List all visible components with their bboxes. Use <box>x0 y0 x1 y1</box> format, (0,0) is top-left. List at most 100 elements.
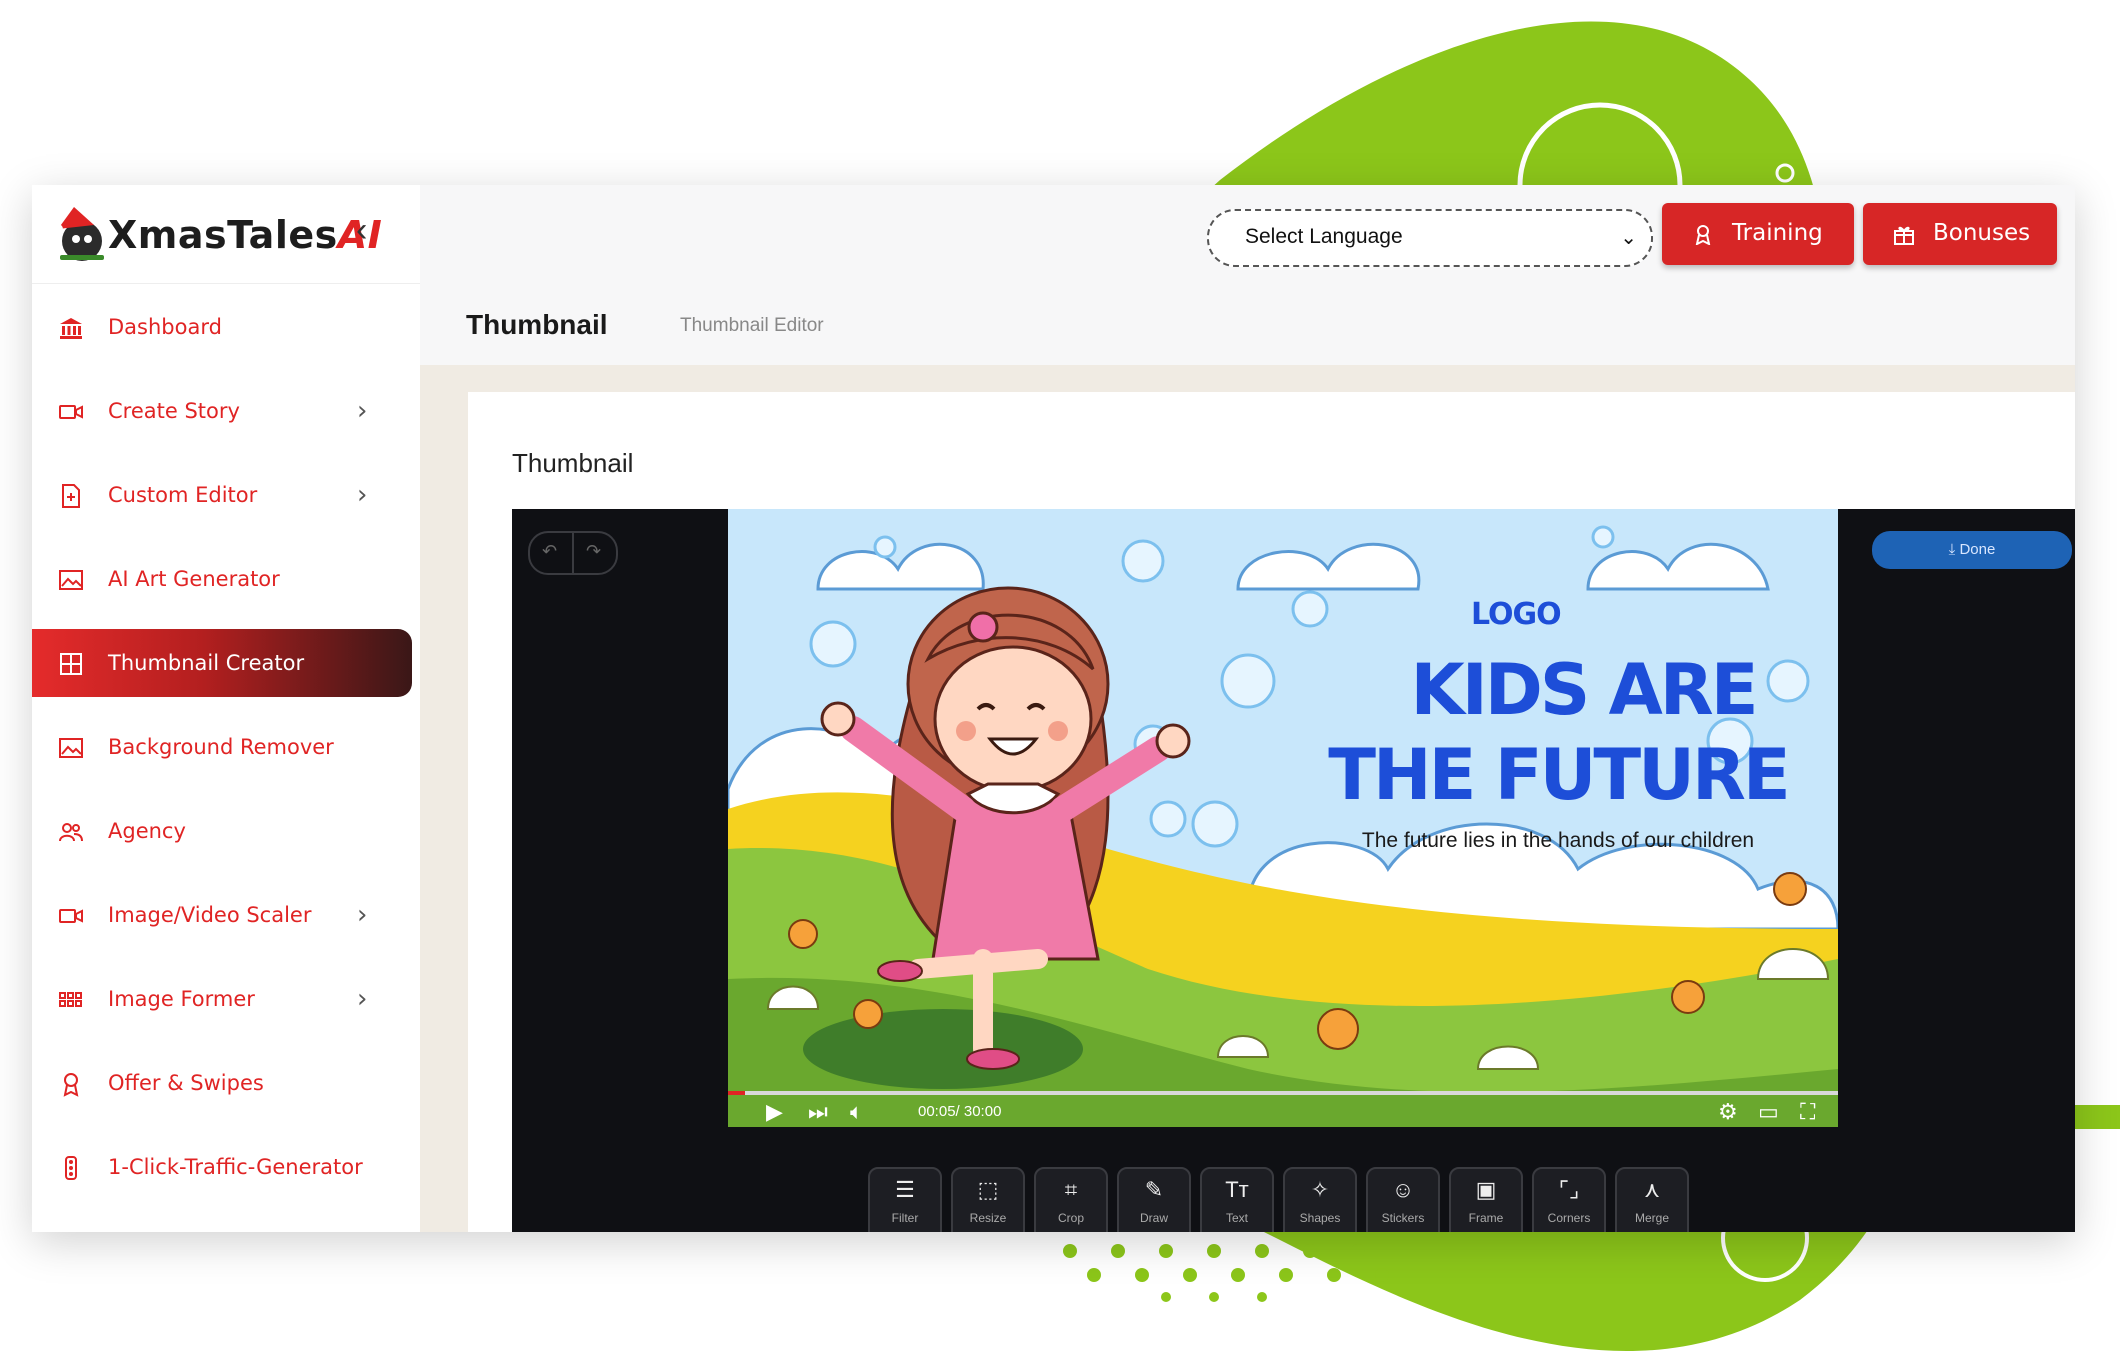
sidebar-item-custom-editor[interactable]: Custom Editor › <box>32 461 412 529</box>
apps-icon <box>59 992 82 1007</box>
progress-track[interactable] <box>728 1091 1838 1095</box>
volume-icon[interactable]: 🔈︎ <box>850 1099 863 1125</box>
sidebar: XmasTalesAI ‹ Dashboard Create Story › C… <box>32 185 420 1232</box>
tool-text[interactable]: Tт Text <box>1200 1167 1274 1232</box>
award-icon <box>1695 225 1711 245</box>
bank-icon <box>60 318 82 339</box>
thumbnail-editor: ↶ ↷ ⤓ Done LOGO KIDS ARE THE FUTURE The … <box>512 509 2075 1232</box>
video-player-controls: ▶ ⏭ 🔈︎ 00:05/ 30:00 ⚙ ▭ ⛶ <box>728 1091 1838 1127</box>
training-button[interactable]: Training <box>1662 203 1854 265</box>
sidebar-item-label: Dashboard <box>108 315 222 339</box>
tool-label: Resize <box>969 1211 1007 1225</box>
sidebar-item-label: Agency <box>108 819 186 843</box>
tool-resize[interactable]: ⬚ Resize <box>951 1167 1025 1232</box>
tool-merge[interactable]: ⋏ Merge <box>1615 1167 1689 1232</box>
sidebar-item-label: Thumbnail Creator <box>108 651 305 675</box>
done-button-label: Done <box>1959 541 1996 558</box>
headline-line-1: KIDS ARE <box>1410 649 1758 731</box>
image-icon <box>59 738 83 758</box>
topbar: Select Language ⌄ Training Bonuses Thumb… <box>420 185 2075 365</box>
training-button-label: Training <box>1732 220 1823 246</box>
done-button[interactable]: ⤓ Done <box>1872 531 2072 569</box>
page-subtitle: Thumbnail Editor <box>680 315 824 336</box>
text-icon: Tт <box>1225 1177 1249 1202</box>
decorative-dots <box>1063 1244 1389 1302</box>
image-icon <box>59 570 83 590</box>
thumbnail-canvas[interactable]: LOGO KIDS ARE THE FUTURE The future lies… <box>728 509 1838 1127</box>
sidebar-item-traffic-generator[interactable]: 1-Click-Traffic-Generator <box>32 1133 412 1201</box>
playback-time: 00:05/ 30:00 <box>918 1103 1002 1120</box>
page-title: Thumbnail <box>466 309 608 340</box>
frame-icon: ▣ <box>1475 1177 1497 1202</box>
download-icon: ⤓ <box>1948 541 1956 558</box>
brush-icon: ✎ <box>1144 1177 1164 1202</box>
tool-corners[interactable]: ⌜⌟ Corners <box>1532 1167 1606 1232</box>
tool-crop[interactable]: ⌗ Crop <box>1034 1167 1108 1232</box>
sidebar-item-label: Image/Video Scaler <box>108 903 312 927</box>
section-title: Thumbnail <box>512 448 634 478</box>
headline-line-2: THE FUTURE <box>1328 734 1791 816</box>
traffic-icon <box>65 1156 77 1180</box>
tool-frame[interactable]: ▣ Frame <box>1449 1167 1523 1232</box>
corners-icon: ⌜⌟ <box>1558 1177 1580 1202</box>
video-icon <box>59 405 83 419</box>
tool-label: Stickers <box>1381 1211 1425 1225</box>
crop-icon: ⌗ <box>1064 1177 1078 1202</box>
sidebar-item-ai-art-generator[interactable]: AI Art Generator <box>32 545 412 613</box>
chevron-right-icon: › <box>357 480 368 510</box>
sidebar-item-label: Create Story <box>108 399 240 423</box>
sidebar-item-label: Offer & Swipes <box>108 1071 264 1095</box>
sidebar-item-background-remover[interactable]: Background Remover <box>32 713 412 781</box>
theater-mode-icon[interactable]: ▭ <box>1758 1099 1779 1125</box>
fullscreen-icon[interactable]: ⛶ <box>1800 1099 1815 1125</box>
bonuses-button[interactable]: Bonuses <box>1863 203 2057 265</box>
logo-text: LOGO <box>1471 597 1562 632</box>
sidebar-item-agency[interactable]: Agency <box>32 797 412 865</box>
undo-icon[interactable]: ↶ <box>542 541 557 562</box>
merge-icon: ⋏ <box>1643 1177 1661 1202</box>
sliders-icon: ☰ <box>895 1177 915 1202</box>
collapse-sidebar-icon[interactable]: ‹ <box>356 211 367 250</box>
divider <box>572 533 574 573</box>
language-select-value: Select Language <box>1245 225 1403 248</box>
sidebar-item-create-story[interactable]: Create Story › <box>32 377 412 445</box>
tool-stickers[interactable]: ☺ Stickers <box>1366 1167 1440 1232</box>
users-icon <box>59 823 83 842</box>
sidebar-item-offer-swipes[interactable]: Offer & Swipes <box>32 1049 412 1117</box>
award-icon <box>63 1073 79 1097</box>
shapes-icon: ✧ <box>1310 1177 1330 1202</box>
sidebar-item-image-former[interactable]: Image Former › <box>32 965 412 1033</box>
language-select[interactable]: Select Language ⌄ <box>1207 209 1653 267</box>
play-icon[interactable]: ▶ <box>766 1099 783 1125</box>
chevron-right-icon: › <box>357 984 368 1014</box>
tool-draw[interactable]: ✎ Draw <box>1117 1167 1191 1232</box>
tool-filter[interactable]: ☰ Filter <box>868 1167 942 1232</box>
brand-name-prefix: XmasTales <box>108 213 338 257</box>
tool-label: Filter <box>891 1211 919 1225</box>
sidebar-item-label: 1-Click-Traffic-Generator <box>108 1155 363 1179</box>
sticker-icon: ☺ <box>1391 1177 1415 1202</box>
tool-label: Shapes <box>1299 1211 1341 1225</box>
brand-name: XmasTalesAI <box>108 213 382 257</box>
bonuses-button-label: Bonuses <box>1933 220 2031 246</box>
sidebar-item-label: Image Former <box>108 987 255 1011</box>
gift-icon <box>1894 226 1914 245</box>
next-icon[interactable]: ⏭ <box>808 1099 828 1125</box>
chevron-right-icon: › <box>357 396 368 426</box>
tool-label: Frame <box>1468 1211 1504 1225</box>
tagline: The future lies in the hands of our chil… <box>1361 829 1755 852</box>
sidebar-item-dashboard[interactable]: Dashboard <box>32 293 412 361</box>
redo-icon[interactable]: ↷ <box>586 541 601 562</box>
tool-label: Corners <box>1547 1211 1591 1225</box>
tool-shapes[interactable]: ✧ Shapes <box>1283 1167 1357 1232</box>
file-plus-icon <box>62 484 80 508</box>
settings-gear-icon[interactable]: ⚙ <box>1718 1099 1738 1125</box>
grid-icon <box>60 653 82 675</box>
sidebar-item-label: AI Art Generator <box>108 567 280 591</box>
sidebar-item-image-video-scaler[interactable]: Image/Video Scaler › <box>32 881 412 949</box>
chevron-down-icon: ⌄ <box>1620 227 1637 249</box>
sidebar-item-thumbnail-creator[interactable]: Thumbnail Creator <box>32 629 412 697</box>
chevron-right-icon: › <box>357 900 368 930</box>
video-icon <box>59 909 83 923</box>
progress-fill <box>728 1091 745 1095</box>
